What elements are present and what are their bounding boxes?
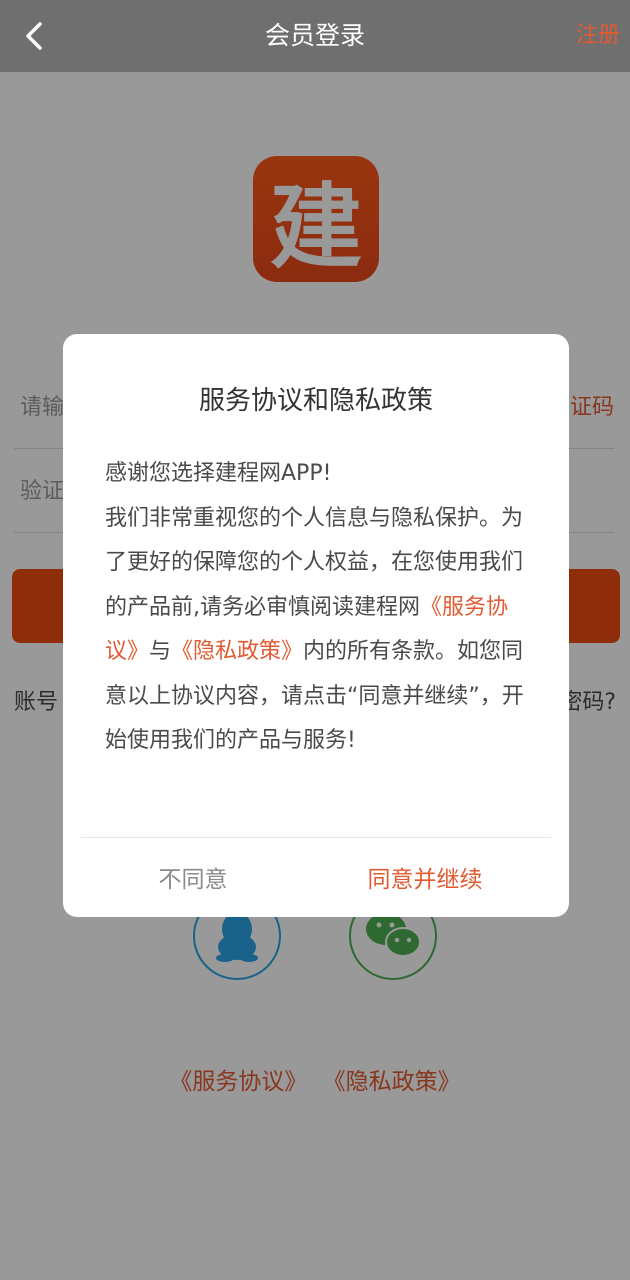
- dialog-text-and: 与: [149, 639, 172, 664]
- page-title: 会员登录: [264, 21, 365, 50]
- login-screen: 会员登录 注册 建 请输 证码 验证 账号 密码? 《服务协议》 《隐私政策》 …: [0, 0, 630, 1280]
- dialog-paragraph: 我们非常重视您的个人信息与隐私保护。为了更好的保障您的个人权益，在您使用我们的产…: [105, 497, 535, 764]
- dialog-divider: [81, 837, 551, 838]
- dialog-title: 服务协议和隐私政策: [198, 386, 433, 416]
- dialog-greeting: 感谢您选择建程网APP!: [105, 461, 332, 486]
- header-bar: 会员登录 注册: [0, 0, 630, 72]
- dialog-body: 感谢您选择建程网APP! 我们非常重视您的个人信息与隐私保护。为了更好的保障您的…: [105, 452, 535, 764]
- agree-continue-button[interactable]: 同意并继续: [345, 860, 505, 894]
- register-link[interactable]: 注册: [576, 0, 620, 72]
- disagree-button[interactable]: 不同意: [133, 860, 253, 894]
- privacy-dialog: 服务协议和隐私政策 感谢您选择建程网APP! 我们非常重视您的个人信息与隐私保护…: [63, 334, 569, 917]
- dialog-privacy-policy-link[interactable]: 《隐私政策》: [171, 639, 303, 664]
